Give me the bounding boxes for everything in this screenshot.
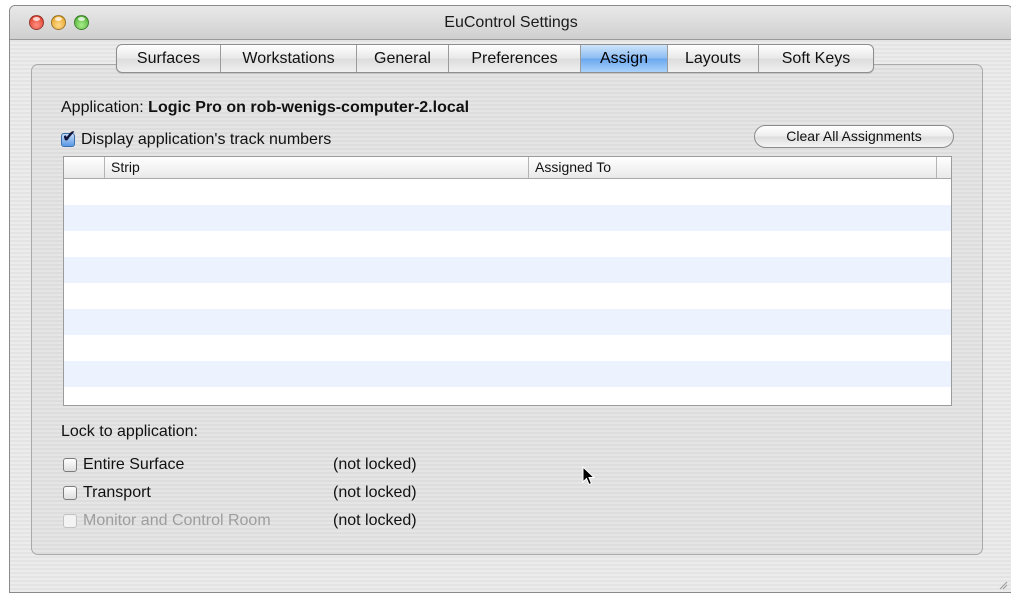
display-track-numbers-checkbox[interactable]: ✔	[61, 128, 76, 147]
table-row[interactable]	[64, 283, 951, 309]
display-track-numbers-row[interactable]: ✔ Display application's track numbers	[61, 128, 331, 149]
tab-preferences[interactable]: Preferences	[449, 45, 581, 72]
transport-status: (not locked)	[333, 484, 417, 501]
tab-assign[interactable]: Assign	[581, 45, 668, 72]
tab-layouts[interactable]: Layouts	[668, 45, 759, 72]
mouse-pointer-icon	[582, 466, 596, 486]
assignments-table[interactable]: Strip Assigned To	[63, 156, 952, 406]
display-track-numbers-label[interactable]: Display application's track numbers	[81, 131, 331, 149]
lock-entire-surface-checkbox[interactable]	[63, 458, 77, 472]
table-row[interactable]	[64, 231, 951, 257]
application-line: Application: Logic Pro on rob-wenigs-com…	[61, 99, 469, 117]
lock-monitor-label: Monitor and Control Room	[83, 512, 271, 529]
column-header-strip[interactable]: Strip	[104, 157, 528, 178]
column-header-assigned-to[interactable]: Assigned To	[528, 157, 936, 178]
table-row[interactable]	[64, 257, 951, 283]
lock-transport-row[interactable]: Transport	[63, 484, 151, 502]
lock-transport-checkbox[interactable]	[63, 486, 77, 500]
tab-bar: Surfaces Workstations General Preference…	[116, 44, 874, 73]
lock-to-application-label: Lock to application:	[61, 423, 198, 440]
table-row[interactable]	[64, 179, 951, 205]
lock-monitor-checkbox	[63, 514, 77, 528]
table-row[interactable]	[64, 309, 951, 335]
table-header: Strip Assigned To	[64, 157, 951, 179]
title-bar[interactable]: EuControl Settings	[10, 6, 1011, 40]
monitor-status: (not locked)	[333, 512, 417, 529]
table-row[interactable]	[64, 335, 951, 361]
tab-soft-keys[interactable]: Soft Keys	[759, 45, 873, 72]
entire-surface-status: (not locked)	[333, 456, 417, 473]
lock-monitor-row: Monitor and Control Room	[63, 512, 271, 530]
application-value: Logic Pro on rob-wenigs-computer-2.local	[148, 99, 470, 116]
window-title: EuControl Settings	[444, 14, 578, 31]
tab-general[interactable]: General	[357, 45, 449, 72]
resize-grip-icon[interactable]	[998, 580, 1008, 590]
checkmark-icon: ✔	[62, 127, 77, 146]
lock-entire-surface-row[interactable]: Entire Surface	[63, 456, 184, 474]
table-row[interactable]	[64, 387, 951, 405]
column-header-spacer	[936, 157, 951, 178]
lock-transport-label[interactable]: Transport	[83, 484, 151, 502]
table-row[interactable]	[64, 361, 951, 387]
table-row[interactable]	[64, 205, 951, 231]
application-label: Application:	[61, 99, 144, 116]
tab-workstations[interactable]: Workstations	[221, 45, 357, 72]
lock-entire-surface-label[interactable]: Entire Surface	[83, 456, 184, 474]
clear-all-assignments-button[interactable]: Clear All Assignments	[754, 125, 954, 148]
tab-surfaces[interactable]: Surfaces	[117, 45, 221, 72]
